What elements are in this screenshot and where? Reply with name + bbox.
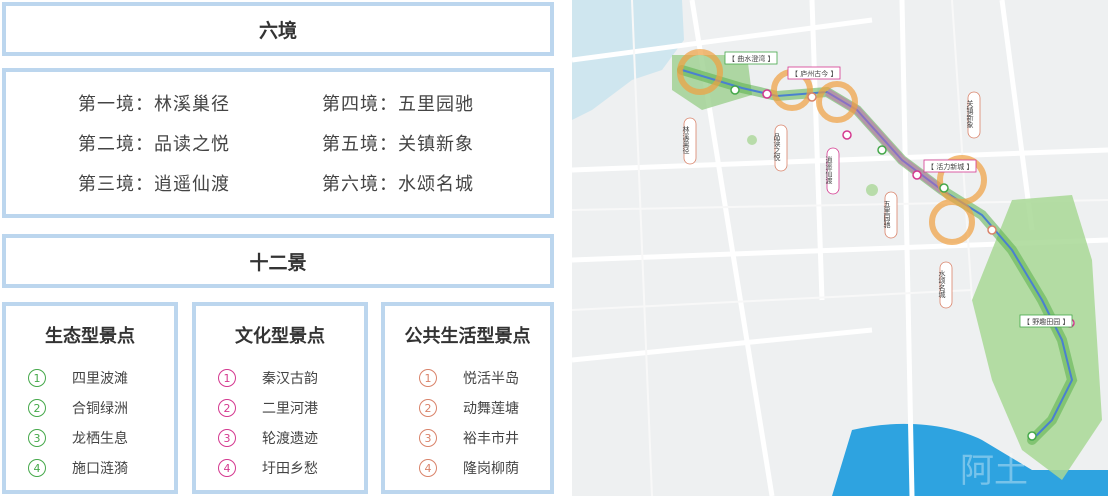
- spot-label: 动舞莲塘: [463, 401, 519, 417]
- spot-label: 隆岗柳荫: [463, 461, 519, 477]
- spot-label: 合铜绿洲: [72, 401, 128, 417]
- spot-label: 裕丰市井: [463, 431, 519, 447]
- spot-item: 4 施口涟漪: [28, 458, 128, 478]
- spot-label: 圩田乡愁: [262, 461, 318, 477]
- category-cultural: 文化型景点 1 秦汉古韵 2 二里河港 3 轮渡遗迹 4 圩田乡愁: [192, 302, 368, 494]
- spot-label: 施口涟漪: [72, 461, 128, 477]
- vertical-label: 水颂名城: [938, 269, 946, 299]
- route-map: 【 曲水澄湾 】 【 庐州古今 】 【 活力新城 】 【 野趣田园 】 林溪巢径…: [571, 0, 1108, 497]
- six-scenes-panel: 第一境：林溪巢径 第二境：品读之悦 第三境：逍遥仙渡 第四境：五里园驰 第五境：…: [2, 68, 554, 218]
- number-badge: 2: [28, 399, 46, 417]
- zone-tag: 【 庐州古今 】: [791, 69, 837, 78]
- vertical-label: 关镇新象: [966, 99, 974, 128]
- spot-item: 3 裕丰市井: [419, 428, 519, 448]
- twelve-views-header: 十二景: [2, 234, 554, 288]
- number-badge: 3: [218, 429, 236, 447]
- spot-item: 3 轮渡遗迹: [218, 428, 318, 448]
- scene-item: 第三境：逍遥仙渡: [78, 174, 230, 195]
- spot-label: 秦汉古韵: [262, 371, 318, 387]
- scene-item: 第一境：林溪巢径: [78, 94, 230, 115]
- number-badge: 3: [28, 429, 46, 447]
- number-badge: 1: [419, 369, 437, 387]
- cultural-segment: [824, 88, 945, 194]
- category-ecological: 生态型景点 1 四里波滩 2 合铜绿洲 3 龙栖生息 4 施口涟漪: [2, 302, 178, 494]
- zone-tag: 【 野趣田园 】: [1023, 317, 1069, 326]
- spot-label: 轮渡遗迹: [262, 431, 318, 447]
- spot-item: 1 秦汉古韵: [218, 368, 318, 388]
- map-graphic: 【 曲水澄湾 】 【 庐州古今 】 【 活力新城 】 【 野趣田园 】 林溪巢径…: [571, 0, 1108, 497]
- number-badge: 4: [218, 459, 236, 477]
- spot-label: 悦活半岛: [463, 371, 519, 387]
- twelve-views-title: 十二景: [249, 251, 307, 274]
- vertical-label: 品读之悦: [773, 133, 781, 162]
- vertical-label: 五里园驰: [883, 200, 891, 229]
- number-badge: 1: [218, 369, 236, 387]
- spot-item: 2 动舞莲塘: [419, 398, 519, 418]
- category-title: 公共生活型景点: [404, 326, 531, 347]
- spot-item: 4 隆岗柳荫: [419, 458, 519, 478]
- number-badge: 3: [419, 429, 437, 447]
- zone-tag: 【 活力新城 】: [927, 162, 973, 171]
- spot-item: 1 四里波滩: [28, 368, 128, 388]
- scene-item: 第六境：水颂名城: [322, 174, 474, 195]
- six-scenes-title: 六境: [258, 19, 297, 42]
- spot-label: 二里河港: [262, 401, 318, 417]
- spot-item: 3 龙栖生息: [28, 428, 128, 448]
- spot-label: 四里波滩: [72, 371, 128, 387]
- number-badge: 2: [218, 399, 236, 417]
- spot-item: 4 圩田乡愁: [218, 458, 318, 478]
- zone-tag: 【 曲水澄湾 】: [728, 54, 774, 63]
- spot-item: 1 悦活半岛: [419, 368, 519, 388]
- spot-item: 2 合铜绿洲: [28, 398, 128, 418]
- vertical-label: 林溪巢径: [682, 125, 690, 154]
- scene-item: 第五境：关镇新象: [322, 134, 474, 155]
- number-badge: 2: [419, 399, 437, 417]
- category-title: 生态型景点: [45, 326, 135, 347]
- category-title: 文化型景点: [235, 326, 325, 347]
- spot-label: 龙栖生息: [72, 431, 128, 447]
- watermark: 阿土: [960, 451, 1028, 491]
- six-scenes-header: 六境: [2, 2, 554, 56]
- number-badge: 4: [28, 459, 46, 477]
- number-badge: 1: [28, 369, 46, 387]
- number-badge: 4: [419, 459, 437, 477]
- spot-item: 2 二里河港: [218, 398, 318, 418]
- category-public-life: 公共生活型景点 1 悦活半岛 2 动舞莲塘 3 裕丰市井 4 隆岗柳荫: [381, 302, 554, 494]
- scene-item: 第二境：品读之悦: [78, 134, 230, 155]
- scene-item: 第四境：五里园驰: [322, 94, 474, 115]
- vertical-label: 逍遥仙渡: [825, 155, 833, 185]
